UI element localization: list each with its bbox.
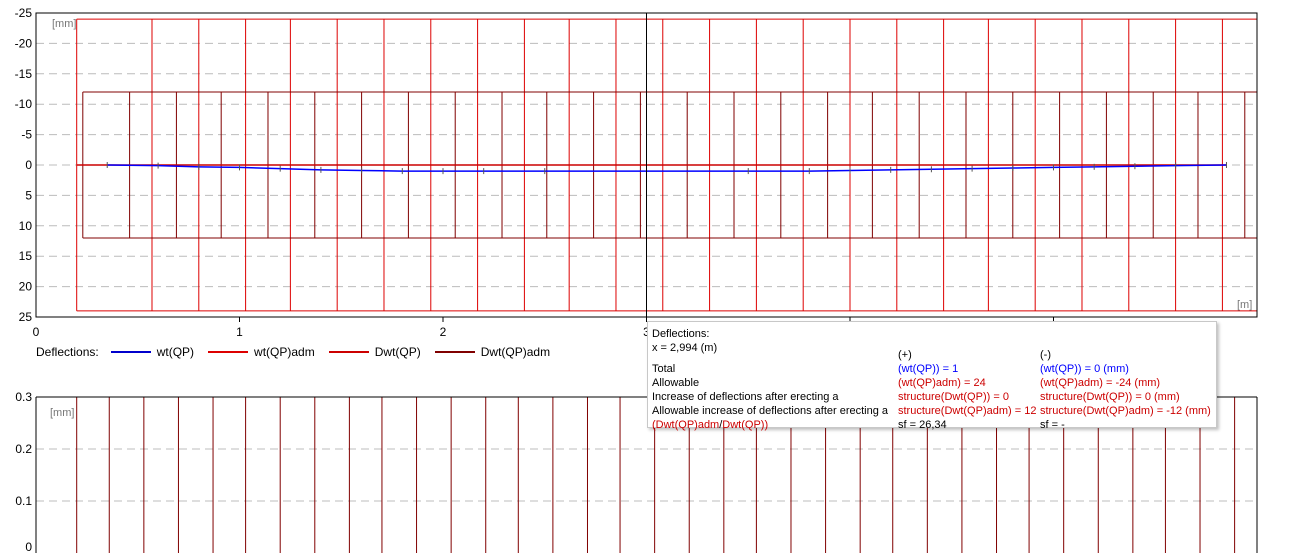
x-tick-label: 1 <box>236 325 243 339</box>
legend-item-wt-adm: wt(QP)adm <box>208 345 315 359</box>
legend-item-wt: wt(QP) <box>110 345 194 359</box>
y-tick-label: -20 <box>15 36 33 50</box>
y-tick-label: 0.3 <box>15 390 32 404</box>
y-tick-label: 20 <box>19 280 33 294</box>
legend-title: Deflections: <box>36 345 99 359</box>
tooltip-col-plus: (+) <box>898 349 912 361</box>
y-tick-label: -5 <box>21 128 32 142</box>
y-tick-label: 0.1 <box>15 494 32 508</box>
deflection-chart[interactable]: -25-20-15-10-5051015202501236[mm][m] <box>0 0 1314 340</box>
y-unit-label: [mm] <box>52 18 76 30</box>
legend: Deflections: wt(QP) wt(QP)adm Dwt(QP) Dw… <box>36 343 564 361</box>
y-tick-label: -15 <box>15 67 33 81</box>
series-wt-line <box>107 164 1227 172</box>
y-tick-label: 25 <box>19 310 33 324</box>
tooltip-col-minus: (-) <box>1040 349 1051 361</box>
x-tick-label: 0 <box>33 325 40 339</box>
y-unit-label: [mm] <box>50 407 74 419</box>
y-tick-label: 0.2 <box>15 442 32 456</box>
x-unit-label: [m] <box>1237 299 1252 311</box>
y-tick-label: 5 <box>25 188 32 202</box>
y-tick-label: 0 <box>25 540 32 553</box>
tooltip-row-allowable: Allowable (wt(QP)adm) = 24 (wt(QP)adm) =… <box>652 377 1161 389</box>
x-tick-label: 2 <box>440 325 447 339</box>
tooltip-row-increase: Increase of deflections after erecting a… <box>652 391 1180 403</box>
y-tick-label: -25 <box>15 6 33 20</box>
tooltip-row-total: Total (wt(QP)) = 1 (wt(QP)) = 0 (mm) <box>652 363 1129 375</box>
tooltip-row-sf: (Dwt(QP)adm/Dwt(QP)) sf = 26,34 sf = - <box>652 419 1065 431</box>
tooltip-title: Deflections: <box>652 328 710 340</box>
y-tick-label: -10 <box>15 97 33 111</box>
y-tick-label: 10 <box>19 219 33 233</box>
legend-item-dwt-adm: Dwt(QP)adm <box>434 345 550 359</box>
deflection-tooltip: Deflections: x = 2,994 (m) (+) (-) Total… <box>647 321 1217 431</box>
y-tick-label: 0 <box>25 158 32 172</box>
tooltip-row-allowable-increase: Allowable increase of deflections after … <box>652 405 1211 417</box>
legend-item-dwt: Dwt(QP) <box>328 345 421 359</box>
y-tick-label: 15 <box>19 249 33 263</box>
